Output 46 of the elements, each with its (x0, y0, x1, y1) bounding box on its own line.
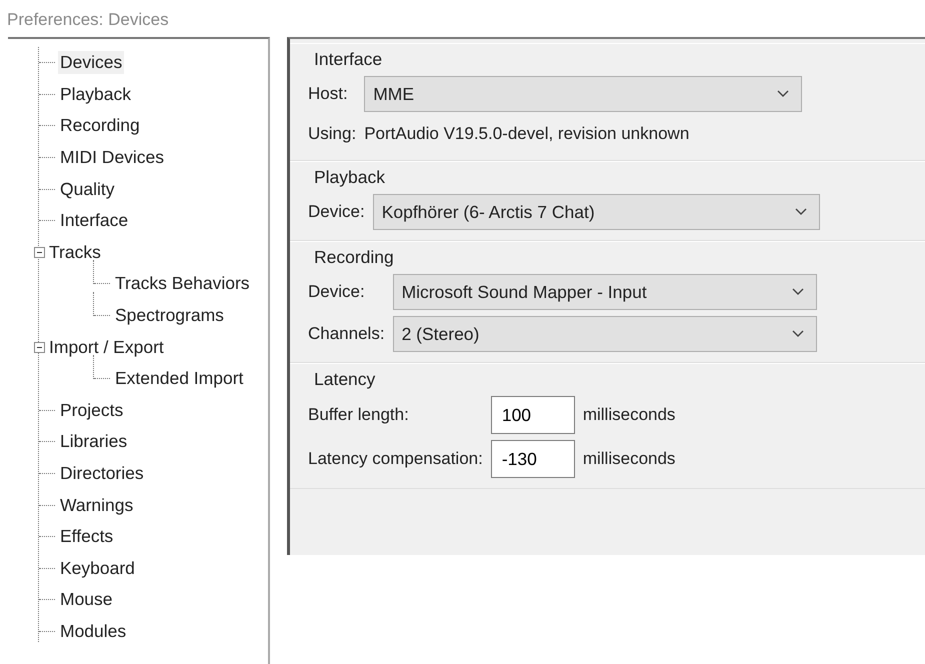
group-title: Playback (314, 167, 386, 188)
tree-item[interactable]: Effects (58, 525, 116, 548)
tree-item[interactable]: Warnings (58, 494, 136, 517)
field-label: Latency compensation: (308, 449, 483, 469)
field-label: Device: (308, 202, 365, 222)
tree-item[interactable]: Devices (58, 51, 124, 74)
number-field[interactable]: -130 (490, 440, 575, 478)
window-title: Preferences: Devices (6, 9, 170, 30)
info-text: PortAudio V19.5.0-devel, revision unknown (364, 124, 690, 144)
tree-item[interactable]: Quality (58, 178, 116, 201)
collapse-icon[interactable] (34, 246, 45, 258)
chevron-down-icon (794, 208, 807, 216)
unit-label: milliseconds (582, 449, 676, 469)
tree-item[interactable]: Keyboard (58, 556, 137, 580)
tree-item[interactable]: Playback (58, 82, 134, 106)
field-label: Buffer length: (308, 405, 410, 425)
dropdown[interactable]: Kopfhörer (6- Arctis 7 Chat) (372, 194, 820, 230)
tree-item[interactable]: Interface (58, 209, 130, 232)
tree-item[interactable]: Projects (58, 398, 126, 422)
group-title: Latency (314, 369, 376, 390)
tree-item[interactable]: MIDI Devices (58, 146, 166, 170)
chevron-down-icon (777, 90, 790, 98)
tree-item[interactable]: Import / Export (47, 336, 166, 359)
tree-item[interactable]: Spectrograms (113, 304, 226, 328)
unit-label: milliseconds (582, 405, 676, 425)
field-label: Using: (308, 124, 356, 144)
tree-item[interactable]: Recording (58, 114, 142, 138)
dropdown[interactable]: MME (364, 76, 802, 112)
field-label: Channels: (308, 324, 385, 344)
collapse-icon[interactable] (34, 342, 45, 353)
dropdown[interactable]: 2 (Stereo) (392, 316, 817, 352)
tree-item[interactable]: Modules (58, 620, 128, 643)
field-label: Host: (308, 84, 349, 104)
chevron-down-icon (792, 330, 804, 338)
tree-item[interactable]: Libraries (58, 430, 130, 454)
tree-item[interactable]: Mouse (58, 588, 115, 612)
tree-item[interactable]: Extended Import (113, 367, 246, 390)
tree-item[interactable]: Tracks Behaviors (113, 272, 252, 296)
tree-item[interactable]: Directories (58, 462, 146, 486)
tree-item[interactable]: Tracks (47, 240, 103, 264)
field-label: Device: (308, 282, 366, 302)
group-title: Recording (314, 247, 395, 268)
dropdown[interactable]: Microsoft Sound Mapper - Input (392, 274, 817, 310)
number-field[interactable]: 100 (490, 396, 575, 434)
group-title: Interface (314, 49, 384, 70)
chevron-down-icon (792, 288, 804, 296)
